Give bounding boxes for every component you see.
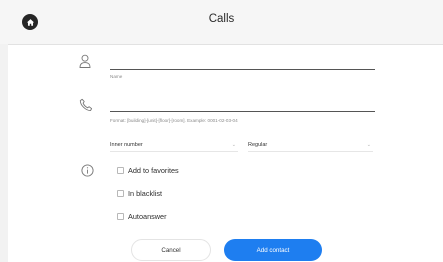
number-type-select[interactable]: Inner number ⌄ [110, 141, 238, 152]
phone-icon [78, 97, 94, 113]
number-input[interactable] [110, 111, 375, 112]
number-format-hint: Format: [building]-[unit]-[floor]-[room]… [110, 118, 238, 123]
chevron-down-icon: ⌄ [366, 142, 371, 148]
autoanswer-checkbox[interactable]: Autoanswer [117, 212, 167, 221]
calls-screen: Calls Name Format: [building]-[unit]-[fl… [0, 0, 443, 262]
number-type-value: Inner number [110, 142, 143, 148]
add-contact-button[interactable]: Add contact [224, 239, 322, 261]
chevron-down-icon: ⌄ [231, 142, 236, 148]
checkbox-box[interactable] [117, 167, 124, 174]
name-input[interactable] [110, 69, 375, 70]
name-hint: Name [110, 74, 123, 79]
favorites-checkbox[interactable]: Add to favorites [117, 166, 179, 175]
checkbox-box[interactable] [117, 190, 124, 197]
blacklist-checkbox[interactable]: In blacklist [117, 189, 162, 198]
call-mode-select[interactable]: Regular ⌄ [248, 141, 373, 152]
info-icon [80, 163, 94, 177]
blacklist-label: In blacklist [128, 189, 163, 198]
cancel-button[interactable]: Cancel [131, 239, 211, 261]
call-mode-value: Regular [248, 142, 268, 148]
header-bar: Calls [0, 0, 443, 45]
page-title: Calls [208, 13, 235, 25]
person-icon [78, 53, 92, 69]
left-edge-strip [0, 44, 8, 262]
autoanswer-label: Autoanswer [128, 212, 167, 221]
favorites-label: Add to favorites [128, 166, 179, 175]
checkbox-box[interactable] [117, 213, 124, 220]
